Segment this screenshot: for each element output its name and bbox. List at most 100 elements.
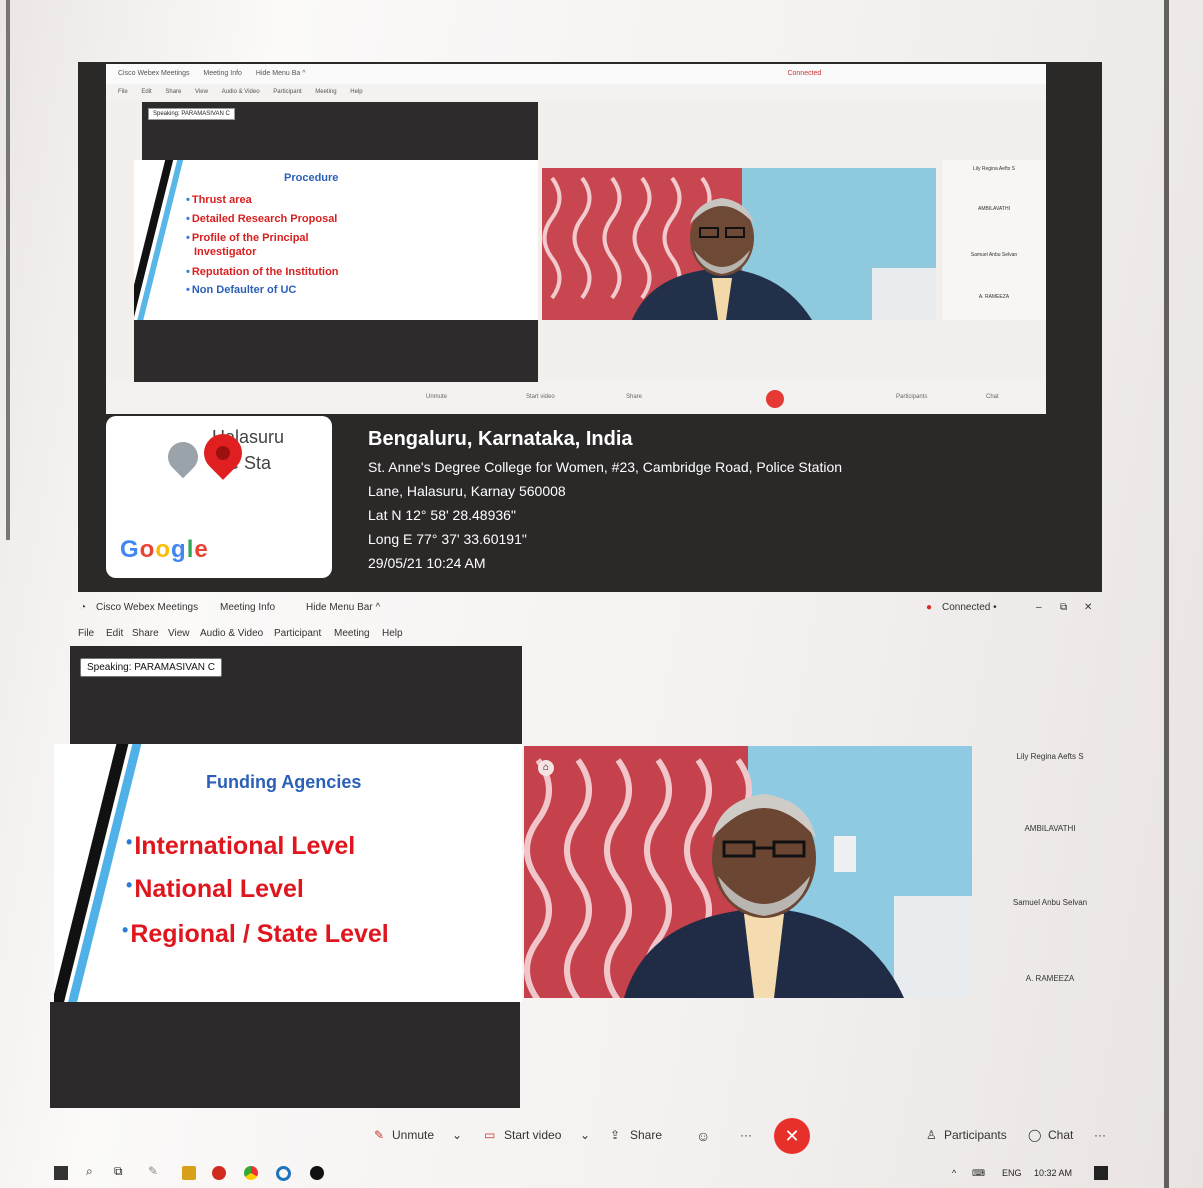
slide-accent-blue <box>65 744 144 1002</box>
bottom-meeting-toolbar: ✎ Unmute ⌄ ▭ Start video ⌄ ⇪ Share ☺ ···… <box>360 1118 1120 1154</box>
top-end-call-button[interactable] <box>766 390 784 408</box>
participant-name[interactable]: A. RAMEEZA <box>990 974 1110 983</box>
top-meeting-toolbar: Unmute Start video Share Participants Ch… <box>106 382 1046 414</box>
geotag-city: Bengaluru, Karnataka, India <box>368 428 633 450</box>
emoji-button[interactable]: ☺ <box>696 1128 710 1144</box>
menu-share[interactable]: Share <box>132 628 159 639</box>
top-app-name: Cisco Webex Meetings <box>118 70 190 77</box>
taskbar-app-icon[interactable] <box>310 1166 324 1180</box>
top-status: Connected <box>787 70 822 77</box>
top-menu-audio-video[interactable]: Audio & Video <box>222 84 260 100</box>
top-speaker-video <box>542 168 936 320</box>
top-menu-file[interactable]: File <box>118 84 128 100</box>
bottom-slide-bullet: National Level <box>126 875 304 904</box>
top-titlebar: Cisco Webex Meetings Meeting Info Hide M… <box>106 64 1046 84</box>
app-icon[interactable] <box>212 1166 226 1180</box>
geotag-longitude: Long E 77° 37' 33.60191" <box>368 531 527 547</box>
end-call-button[interactable]: ✕ <box>774 1118 810 1154</box>
participant-name[interactable]: AMBILAVATHI <box>990 824 1110 833</box>
top-menu-participant[interactable]: Participant <box>273 84 301 100</box>
top-hide-menu[interactable]: Hide Menu Ba ^ <box>256 64 306 84</box>
bottom-slide-bullet: Regional / State Level <box>122 920 388 949</box>
top-menu-edit[interactable]: Edit <box>141 84 151 100</box>
chat-button[interactable]: Chat <box>1048 1128 1073 1142</box>
share-icon: ⇪ <box>610 1128 621 1142</box>
unmute-button[interactable]: Unmute <box>392 1128 434 1142</box>
webex-taskbar-icon[interactable] <box>276 1166 291 1181</box>
map-grey-pin-icon <box>161 435 205 479</box>
top-menu-help[interactable]: Help <box>350 84 362 100</box>
monitor-edge-left <box>6 0 10 540</box>
participant-name[interactable]: Lily Regina Aefts S <box>990 752 1110 761</box>
chrome-icon[interactable] <box>244 1166 258 1180</box>
start-video-button[interactable]: Start video <box>504 1128 561 1142</box>
participant-name[interactable]: Samuel Anbu Selvan <box>990 898 1110 907</box>
top-menu-meeting[interactable]: Meeting <box>315 84 336 100</box>
keyboard-icon[interactable]: ⌨ <box>972 1168 985 1179</box>
menu-audio-video[interactable]: Audio & Video <box>200 628 263 639</box>
top-unmute-button[interactable]: Unmute <box>426 394 447 400</box>
geotag-latitude: Lat N 12° 58' 28.48936" <box>368 507 516 523</box>
more-options-button[interactable]: ··· <box>740 1128 752 1142</box>
taskbar-clock[interactable]: 10:32 AM <box>1034 1168 1072 1178</box>
bottom-dark-panel-lower <box>50 1002 520 1108</box>
notifications-icon[interactable] <box>1094 1166 1108 1180</box>
top-menubar: File Edit Share View Audio & Video Parti… <box>106 84 1046 100</box>
participants-button[interactable]: Participants <box>944 1128 1007 1142</box>
restore-button[interactable]: ⧉ <box>1060 602 1067 613</box>
top-slide-bullet: Detailed Research Proposal <box>186 213 338 225</box>
menu-help[interactable]: Help <box>382 628 403 639</box>
language-indicator[interactable]: ENG <box>1002 1168 1022 1178</box>
task-view-icon[interactable]: ⧉ <box>114 1164 123 1179</box>
menu-meeting[interactable]: Meeting <box>334 628 370 639</box>
pen-icon[interactable]: ✎ <box>148 1164 158 1178</box>
file-explorer-icon[interactable] <box>182 1166 196 1180</box>
video-pin-icon[interactable]: ⌂ <box>538 760 554 776</box>
bottom-meeting-info[interactable]: Meeting Info <box>220 602 275 613</box>
top-slide-bullet: Reputation of the Institution <box>186 266 339 278</box>
unmute-dropdown-chevron-icon[interactable]: ⌄ <box>452 1128 462 1142</box>
participants-icon: ♙ <box>926 1128 937 1142</box>
bottom-app-name: Cisco Webex Meetings <box>96 602 199 613</box>
top-slide-title: Procedure <box>284 172 339 184</box>
map-thumbnail: Halasuru lice Sta Google <box>106 416 332 578</box>
top-speaker-panel: Speaking: PARAMASIVAN C <box>142 102 538 162</box>
geotag-info: Bengaluru, Karnataka, India St. Anne's D… <box>368 428 842 575</box>
tray-chevron-icon[interactable]: ^ <box>952 1168 956 1178</box>
menu-file[interactable]: File <box>78 628 94 639</box>
top-dark-panel-lower <box>134 320 538 384</box>
top-menu-view[interactable]: View <box>195 84 208 100</box>
top-menu-share[interactable]: Share <box>165 84 181 100</box>
video-dropdown-chevron-icon[interactable]: ⌄ <box>580 1128 590 1142</box>
top-start-video-button[interactable]: Start video <box>526 394 555 400</box>
connected-dot-icon: ● <box>926 602 933 613</box>
top-meeting-info[interactable]: Meeting Info <box>203 64 242 84</box>
bottom-slide-title: Funding Agencies <box>206 772 362 792</box>
speaker-video-image <box>542 168 936 320</box>
bottom-status: Connected • <box>942 602 997 613</box>
video-off-icon: ▭ <box>484 1128 496 1142</box>
top-participants-button[interactable]: Participants <box>896 394 927 400</box>
top-webex-window: Cisco Webex Meetings Meeting Info Hide M… <box>106 64 1046 414</box>
slide-accent-black <box>134 160 174 320</box>
top-slide-bullet: Non Defaulter of UC <box>186 284 297 296</box>
bottom-titlebar: ◔ Cisco Webex Meetings Meeting Info Hide… <box>70 596 1120 620</box>
bottom-slide-bullet: International Level <box>126 832 355 861</box>
share-button[interactable]: Share <box>630 1128 662 1142</box>
participant-name: Lily Regina Aefts S <box>973 166 1015 172</box>
menu-view[interactable]: View <box>168 628 190 639</box>
top-slide: Procedure Thrust area Detailed Research … <box>134 160 538 320</box>
bottom-hide-menu[interactable]: Hide Menu Bar ^ <box>306 602 380 613</box>
menu-participant[interactable]: Participant <box>274 628 321 639</box>
top-slide-bullet: Profile of the Principal <box>186 232 309 244</box>
windows-start-icon[interactable] <box>54 1166 68 1180</box>
top-slide-bullet-continued: Investigator <box>194 246 257 258</box>
toolbar-overflow-button[interactable]: ··· <box>1094 1128 1106 1142</box>
top-share-button[interactable]: Share <box>626 394 642 400</box>
close-button[interactable]: ✕ <box>1084 602 1092 613</box>
search-icon[interactable]: ⌕ <box>86 1164 93 1179</box>
menu-edit[interactable]: Edit <box>106 628 123 639</box>
top-chat-button[interactable]: Chat <box>986 394 999 400</box>
slide-accent-black <box>54 744 131 1002</box>
minimize-button[interactable]: – <box>1036 602 1042 613</box>
